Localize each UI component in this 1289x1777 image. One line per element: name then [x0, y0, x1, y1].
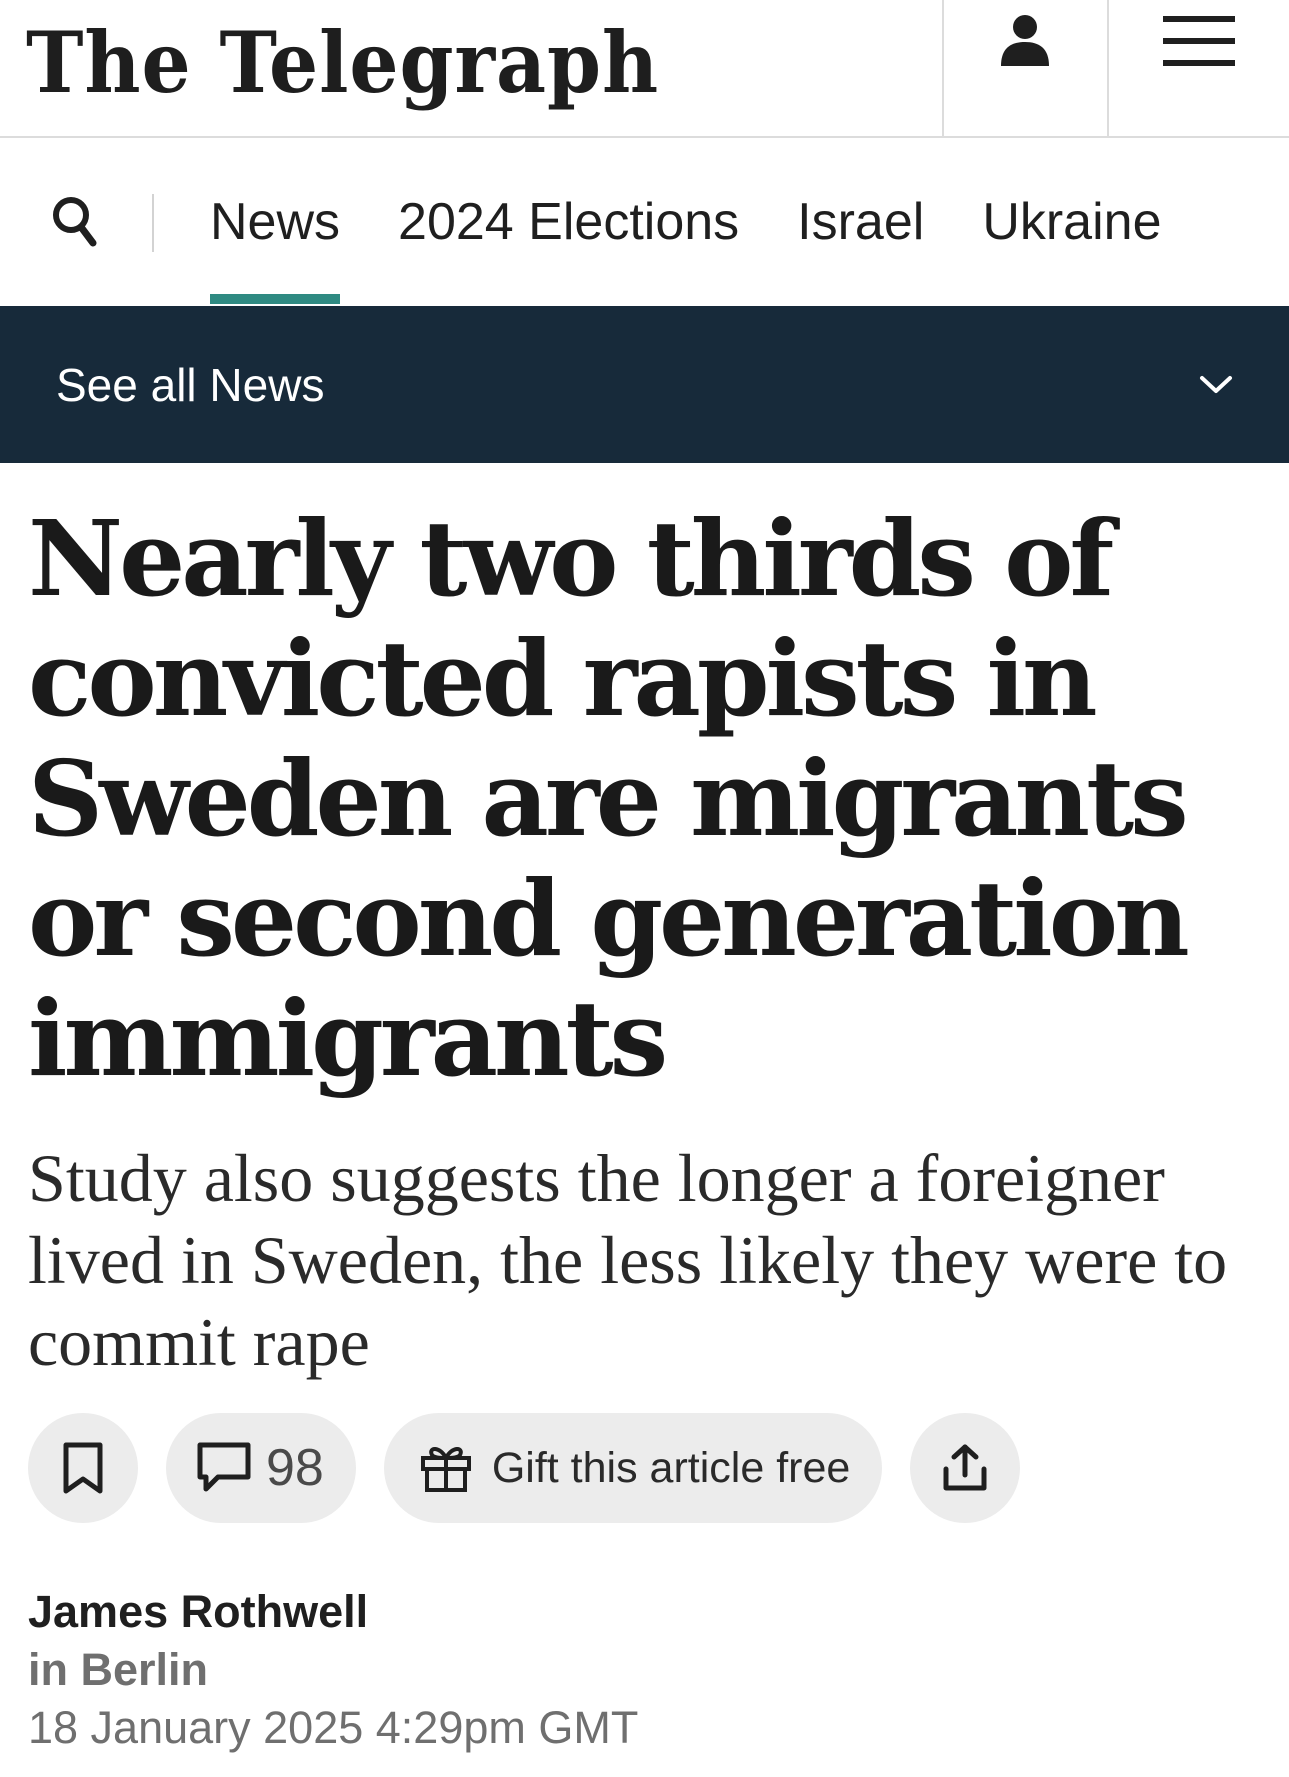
comments-button[interactable]: 98	[166, 1413, 356, 1523]
comment-icon	[197, 1442, 251, 1492]
standfirst: Study also suggests the longer a foreign…	[28, 1140, 1228, 1380]
tab-ukraine[interactable]: Ukraine	[982, 138, 1161, 306]
section-nav: News 2024 Elections Israel Ukraine	[0, 138, 1289, 306]
bookmark-icon	[63, 1442, 103, 1494]
author-location: in Berlin	[28, 1644, 209, 1695]
share-button[interactable]	[910, 1413, 1021, 1523]
see-all-news-bar[interactable]: See all News	[0, 306, 1289, 463]
see-all-news-label: See all News	[56, 358, 325, 411]
article-actions: 98 Gift this article free	[28, 1413, 1261, 1523]
comment-count: 98	[266, 1439, 324, 1497]
masthead: The Telegraph	[0, 0, 1289, 138]
share-icon	[943, 1444, 987, 1491]
search-icon	[53, 197, 97, 247]
nav-tabs: News 2024 Elections Israel Ukraine	[210, 138, 1289, 306]
byline: James Rothwell in Berlin 18 January 2025…	[28, 1583, 1261, 1757]
gift-icon	[420, 1447, 471, 1492]
publish-date: 18 January 2025 4:29pm GMT	[28, 1702, 639, 1753]
bookmark-button[interactable]	[28, 1413, 138, 1523]
search-button[interactable]	[50, 190, 98, 252]
tab-israel[interactable]: Israel	[797, 138, 924, 306]
menu-button[interactable]	[1107, 0, 1289, 136]
chevron-down-icon[interactable]	[1199, 375, 1233, 395]
tab-2024-elections[interactable]: 2024 Elections	[398, 138, 739, 306]
article: Nearly two thirds of convicted rapists i…	[0, 499, 1289, 1757]
nav-scroll-fade	[1179, 138, 1289, 306]
headline: Nearly two thirds of convicted rapists i…	[28, 497, 1190, 1100]
person-icon	[1001, 15, 1049, 66]
tab-news[interactable]: News	[210, 138, 341, 306]
account-button[interactable]	[942, 0, 1106, 136]
nav-divider	[152, 194, 154, 252]
author-name[interactable]: James Rothwell	[28, 1583, 1261, 1641]
gift-article-button[interactable]: Gift this article free	[383, 1413, 883, 1523]
gift-label: Gift this article free	[491, 1443, 851, 1492]
telegraph-logo[interactable]: The Telegraph	[26, 2, 659, 122]
hamburger-menu-icon	[1163, 16, 1235, 66]
